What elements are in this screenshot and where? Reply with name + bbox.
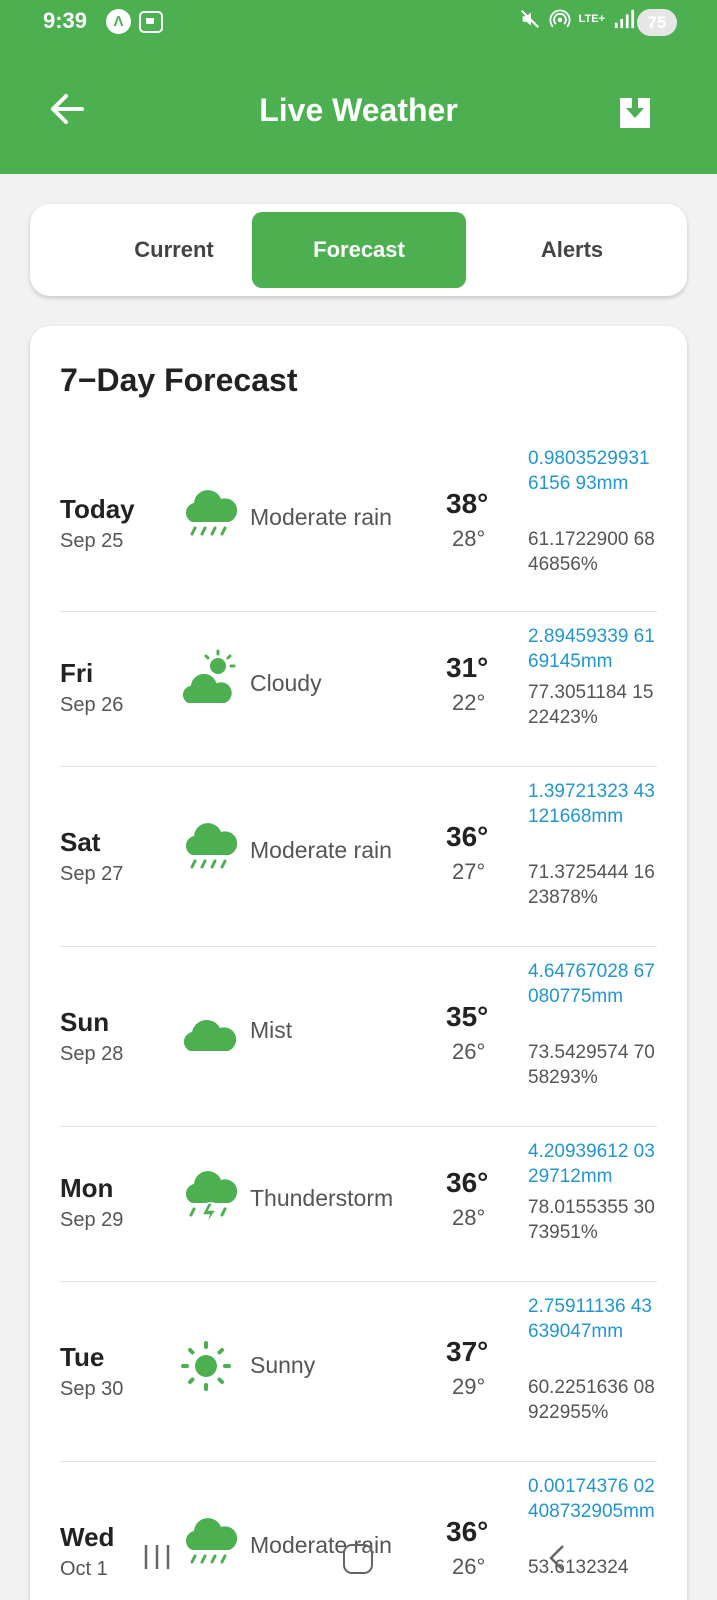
forecast-date: Sep 26 xyxy=(60,694,124,716)
recent-apps-icon[interactable] xyxy=(142,1543,172,1571)
forecast-humidity: 61.1722900 6846856% xyxy=(528,529,655,575)
status-bar: 9:39 Λ LTE+ 75 xyxy=(0,0,717,44)
battery-level: 75 xyxy=(647,12,667,32)
rain-cloud-icon xyxy=(185,490,238,536)
forecast-precip: 0.98035299316156 93mm xyxy=(528,448,650,494)
forecast-low: 29° xyxy=(452,1374,486,1399)
cloud-icon xyxy=(183,1019,237,1051)
forecast-precip: 4.64767028 67080775mm xyxy=(528,961,655,1007)
download-icon[interactable] xyxy=(617,92,653,130)
forecast-humidity: 77.3051184 1522423% xyxy=(528,682,654,728)
forecast-precip: 2.75911136 43639047mm xyxy=(528,1296,652,1342)
forecast-row[interactable]: Tue Sep 30 Sunny 37° 29° 2.75911136 4363… xyxy=(60,1282,657,1462)
forecast-condition: Sunny xyxy=(250,1352,316,1378)
screenshot-icon xyxy=(139,11,163,33)
tab-bar: Current Forecast Alerts xyxy=(30,204,687,296)
forecast-date: Sep 29 xyxy=(60,1209,124,1231)
forecast-precip: 0.00174376 02408732905mm xyxy=(528,1476,655,1522)
forecast-condition: Moderate rain xyxy=(250,504,392,530)
forecast-day: Sun xyxy=(60,1007,110,1037)
forecast-low: 27° xyxy=(452,859,486,884)
forecast-row[interactable]: Fri Sep 26 Cloudy 31° 22° 2.89459339 616… xyxy=(60,612,657,767)
forecast-high: 38° xyxy=(446,488,489,519)
partly-cloudy-icon xyxy=(180,649,236,705)
forecast-humidity: 78.0155355 3073951% xyxy=(528,1197,655,1243)
system-nav-bar xyxy=(0,1530,717,1600)
forecast-row[interactable]: Today Sep 25 Moderate rain 38° 28° 0.980… xyxy=(60,434,657,612)
home-icon[interactable] xyxy=(343,1544,373,1574)
sun-icon xyxy=(181,1341,231,1391)
tab-alerts[interactable]: Alerts xyxy=(465,212,679,288)
forecast-humidity: 73.5429574 7058293% xyxy=(528,1042,655,1088)
mute-icon xyxy=(520,9,539,29)
signal-icon xyxy=(614,9,635,29)
forecast-date: Sep 25 xyxy=(60,530,124,552)
app-bar: Live Weather xyxy=(0,44,717,174)
lte-label: LTE+ xyxy=(578,12,605,25)
forecast-low: 22° xyxy=(452,690,486,715)
forecast-humidity: 60.2251636 08922955% xyxy=(528,1377,655,1423)
forecast-precip: 4.20939612 0329712mm xyxy=(528,1141,655,1187)
forecast-high: 36° xyxy=(446,1167,489,1198)
forecast-condition: Moderate rain xyxy=(250,837,392,863)
forecast-row[interactable]: Sun Sep 28 Mist 35° 26° 4.64767028 67080… xyxy=(60,947,657,1127)
forecast-day: Fri xyxy=(60,658,94,688)
forecast-condition: Cloudy xyxy=(250,670,322,696)
forecast-day: Mon xyxy=(60,1173,114,1203)
forecast-precip: 2.89459339 6169145mm xyxy=(528,626,655,672)
forecast-low: 26° xyxy=(452,1039,486,1064)
forecast-condition: Thunderstorm xyxy=(250,1185,394,1211)
tab-forecast[interactable]: Forecast xyxy=(252,212,466,288)
forecast-date: Sep 28 xyxy=(60,1043,124,1065)
thunderstorm-icon xyxy=(185,1171,238,1226)
forecast-title: 7−Day Forecast xyxy=(60,362,298,398)
forecast-day: Tue xyxy=(60,1342,105,1372)
forecast-low: 28° xyxy=(452,1205,486,1230)
forecast-precip: 1.39721323 43121668mm xyxy=(528,781,655,827)
forecast-high: 36° xyxy=(446,821,489,852)
tab-current[interactable]: Current xyxy=(67,212,281,288)
forecast-date: Sep 30 xyxy=(60,1378,124,1400)
back-icon[interactable] xyxy=(545,1542,569,1574)
forecast-humidity: 71.3725444 1623878% xyxy=(528,862,655,908)
forecast-high: 31° xyxy=(446,652,489,683)
forecast-low: 28° xyxy=(452,526,486,551)
hotspot-icon xyxy=(549,9,571,28)
forecast-high: 35° xyxy=(446,1001,489,1032)
forecast-date: Sep 27 xyxy=(60,863,124,885)
forecast-day: Today xyxy=(60,494,135,524)
page-title: Live Weather xyxy=(259,92,458,128)
forecast-condition: Mist xyxy=(250,1017,293,1043)
forecast-day: Sat xyxy=(60,827,101,857)
forecast-row[interactable]: Mon Sep 29 Thunderstorm 36° 28° 4.209396… xyxy=(60,1127,657,1282)
navigation-icon: Λ xyxy=(106,9,131,34)
forecast-high: 37° xyxy=(446,1336,489,1367)
rain-cloud-icon xyxy=(185,823,238,869)
battery-icon: 75 xyxy=(637,9,677,36)
status-time: 9:39 xyxy=(43,8,88,33)
forecast-card: 7−Day Forecast Today Sep 25 Moderate rai… xyxy=(30,326,687,1600)
forecast-row[interactable]: Sat Sep 27 Moderate rain 36° 27° 1.39721… xyxy=(60,767,657,947)
